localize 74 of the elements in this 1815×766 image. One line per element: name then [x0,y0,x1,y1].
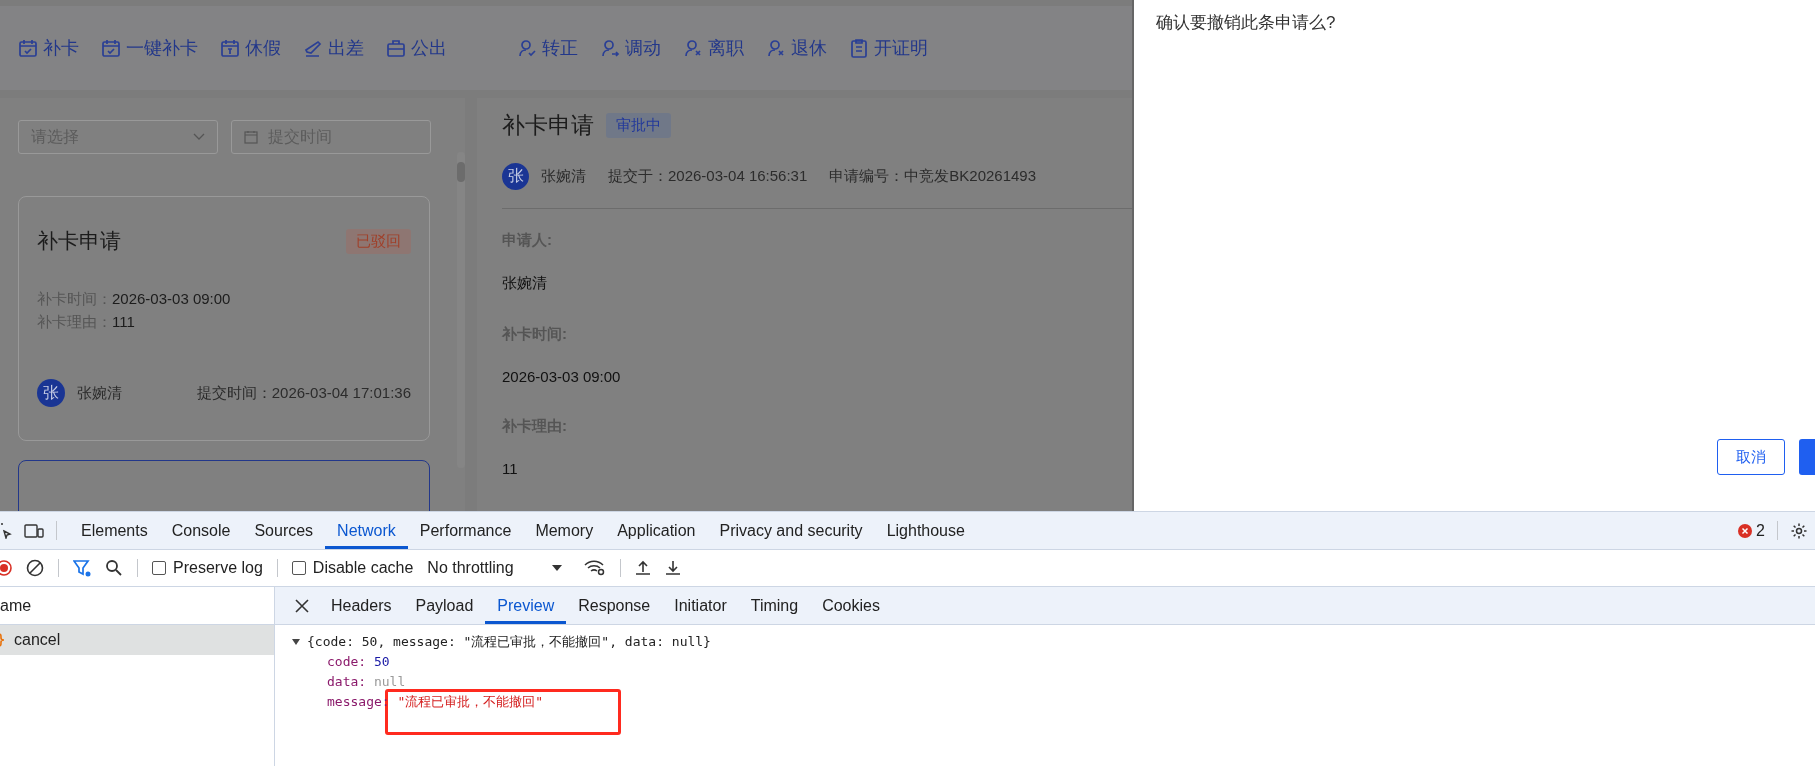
object-summary: {code: 50, message: "流程已审批，不能撤回", data: null} [307,633,711,651]
submit-time: 提交于：2026-03-04 16:56:31 [608,167,808,186]
error-count[interactable]: 2 [1738,521,1765,540]
object-property: code: 50 [326,653,391,671]
status-tag: 审批中 [606,113,671,138]
person-check-icon [517,38,537,58]
field-value: 2026-03-03 09:00 [112,290,231,307]
detail-tab[interactable]: Preview [485,587,567,624]
avatar: 张 [502,163,529,190]
person-x-icon [683,38,703,58]
detail-tab[interactable]: Response [566,587,663,624]
settings-icon[interactable] [1790,521,1808,540]
cancel-button[interactable]: 取消 [1717,439,1785,475]
status-tag: 已驳回 [346,228,411,254]
applicant-name: 张婉清 [77,383,122,403]
field-value: 11 [502,460,519,477]
devtools-tab[interactable]: Network [325,512,408,549]
wifi-gear-icon[interactable] [583,560,606,576]
avatar: 张 [37,379,65,407]
submit-time: 提交时间：2026-03-04 17:01:36 [196,383,411,403]
close-icon[interactable] [295,598,309,613]
checkbox-box[interactable] [291,561,306,575]
caret-icon [551,565,562,571]
filter-icon[interactable] [73,559,91,577]
field-value: 张婉清 [502,274,548,293]
chevron-down-icon [193,133,205,141]
person-x-icon [766,38,786,58]
calendar-icon [220,38,240,58]
checkbox-label: Disable cache [312,559,414,577]
download-icon[interactable] [664,560,681,576]
devtools-tab[interactable]: Performance [407,512,524,549]
detail-tab[interactable]: Cookies [810,587,892,624]
request-number: 申请编号：中竞发BK20261493 [829,167,1037,186]
checkbox[interactable]: Preserve log [152,559,263,577]
devtools-tab[interactable]: Privacy and security [707,512,875,549]
object-property: data: null [326,673,407,691]
detail-tab[interactable]: Initiator [662,587,739,624]
triangle-down-icon[interactable] [291,637,301,647]
devtools-tab[interactable]: Lighthouse [874,512,977,549]
devtools-tab[interactable]: Memory [523,512,606,549]
request-row[interactable]: cancel [0,625,274,655]
checkbox[interactable]: Disable cache [291,559,414,577]
briefcase-icon [386,38,406,58]
search-icon[interactable] [105,559,123,577]
calendar-check-icon [101,38,121,58]
scrollbar[interactable] [457,152,465,468]
braces-icon [0,633,6,647]
record-icon[interactable] [0,560,12,576]
field-value: 111 [112,313,135,330]
applicant-name: 张婉清 [541,167,586,186]
devtools-tab[interactable]: Application [605,512,708,549]
inspect-icon[interactable] [0,522,12,539]
clear-icon[interactable] [26,559,44,577]
error-icon [1738,523,1753,538]
detail-tab[interactable]: Payload [403,587,486,624]
field-value: 2026-03-03 09:00 [502,368,622,385]
devtools-tab[interactable]: Elements [69,512,160,549]
upload-icon[interactable] [634,560,651,576]
detail-tab[interactable]: Headers [319,587,404,624]
checkbox-box[interactable] [152,561,166,575]
person-arrow-icon [600,38,620,58]
calendar-icon [244,130,258,144]
devtools-tab[interactable]: Sources [242,512,326,549]
devtools-tab[interactable]: Console [159,512,243,549]
card-title: 补卡申请 [37,228,121,254]
throttling-select[interactable]: No throttling [427,559,562,577]
clipboard-icon [849,38,869,58]
request-name: cancel [14,631,61,649]
detail-title: 补卡申请 [502,111,594,140]
checkbox-label: Preserve log [173,559,263,577]
calendar-check-icon [18,38,38,58]
dialog-message: 确认要撤销此条申请么? [1156,12,1337,34]
device-icon[interactable] [24,522,44,539]
detail-tab[interactable]: Timing [738,587,811,624]
